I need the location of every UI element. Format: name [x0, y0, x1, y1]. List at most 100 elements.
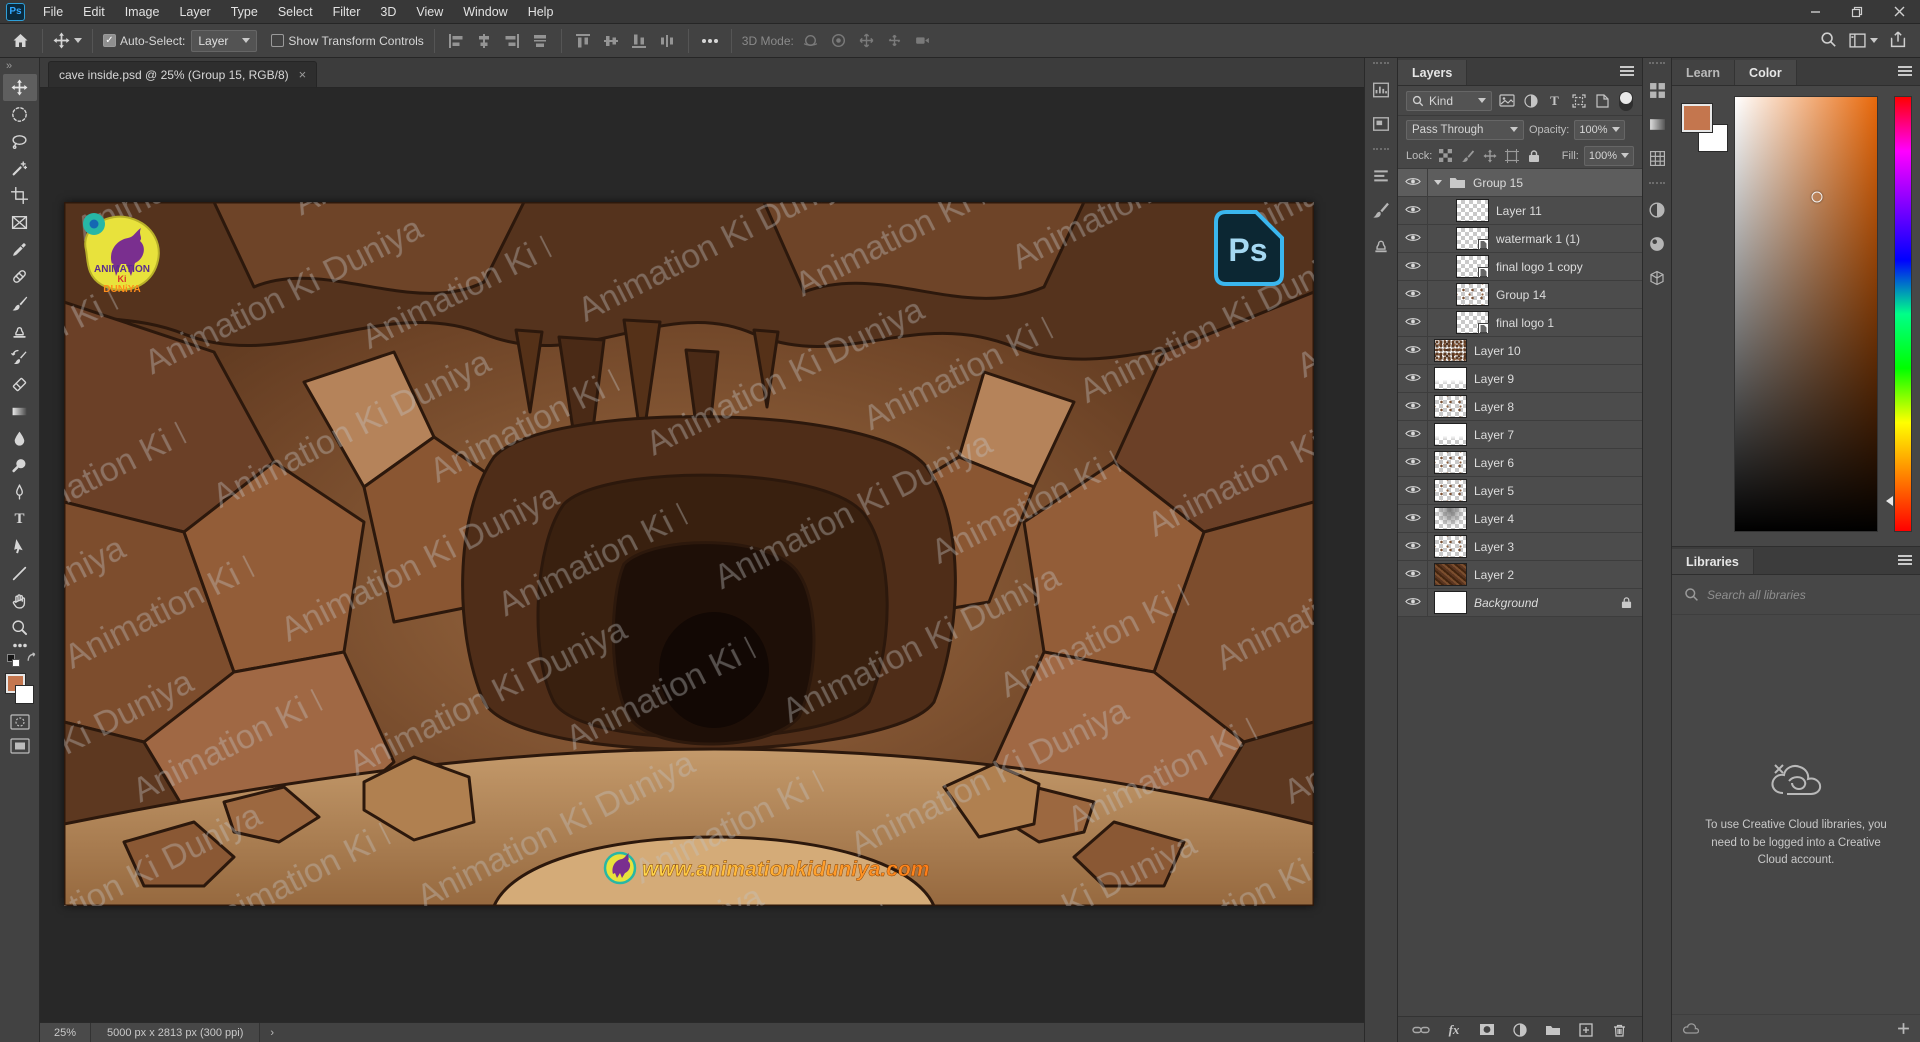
menu-window[interactable]: Window	[453, 0, 517, 23]
libraries-search-field[interactable]: Search all libraries	[1672, 575, 1920, 615]
layer-name[interactable]: Group 15	[1473, 176, 1523, 190]
visibility-toggle[interactable]	[1398, 561, 1428, 588]
layer-thumbnail[interactable]	[1456, 311, 1489, 334]
add-library-icon[interactable]	[1897, 1022, 1910, 1035]
layer-thumbnail[interactable]	[1456, 283, 1489, 306]
new-adjustment-layer-icon[interactable]	[1510, 1021, 1530, 1039]
layer-row-layer-11[interactable]: Layer 11	[1398, 197, 1642, 225]
libraries-panel-menu-icon[interactable]	[1898, 554, 1912, 568]
collapsed-clone-source-panel-icon[interactable]	[1371, 234, 1391, 254]
layers-panel-menu-icon[interactable]	[1620, 65, 1634, 79]
share-icon[interactable]	[1890, 31, 1906, 51]
layer-name[interactable]: Layer 8	[1474, 400, 1514, 414]
toolbar-collapse-chevron[interactable]: »	[0, 58, 39, 74]
layer-row-layer-9[interactable]: Layer 9	[1398, 365, 1642, 393]
layer-thumbnail[interactable]	[1434, 451, 1467, 474]
collapsed-adjustments-panel-icon[interactable]	[1647, 200, 1667, 220]
menu-help[interactable]: Help	[518, 0, 564, 23]
collapsed-3d-panel-icon[interactable]	[1647, 268, 1667, 288]
3d-camera-icon[interactable]	[912, 30, 934, 52]
visibility-toggle[interactable]	[1398, 393, 1428, 420]
visibility-toggle[interactable]	[1398, 449, 1428, 476]
eraser-tool-icon[interactable]	[3, 371, 37, 398]
tab-learn[interactable]: Learn	[1672, 60, 1735, 85]
quick-mask-icon[interactable]	[3, 714, 37, 730]
menu-file[interactable]: File	[33, 0, 73, 23]
collapsed-navigator-panel-icon[interactable]	[1371, 114, 1391, 134]
3d-slide-icon[interactable]	[884, 30, 906, 52]
layer-thumbnail[interactable]	[1434, 591, 1467, 614]
visibility-toggle[interactable]	[1398, 477, 1428, 504]
layer-name[interactable]: Group 14	[1496, 288, 1546, 302]
layer-name[interactable]: Layer 9	[1474, 372, 1514, 386]
layer-name[interactable]: Layer 10	[1474, 344, 1521, 358]
filter-type-layers-icon[interactable]: T	[1545, 92, 1564, 110]
lasso-tool-icon[interactable]	[3, 128, 37, 155]
layer-row-layer-6[interactable]: Layer 6	[1398, 449, 1642, 477]
layer-name[interactable]: Layer 2	[1474, 568, 1514, 582]
minimize-button[interactable]	[1794, 0, 1836, 23]
new-group-icon[interactable]	[1543, 1021, 1563, 1039]
auto-select-mode-dropdown[interactable]: Layer	[191, 30, 257, 52]
hue-slider-marker[interactable]	[1886, 496, 1893, 506]
panel-drag-dots[interactable]	[1649, 182, 1665, 186]
visibility-toggle[interactable]	[1398, 533, 1428, 560]
collapsed-character-panel-icon[interactable]	[1371, 166, 1391, 186]
collapsed-swatches-panel-icon[interactable]	[1647, 80, 1667, 100]
align-middle-vertical-icon[interactable]	[600, 30, 622, 52]
layer-row-final-logo-1[interactable]: final logo 1	[1398, 309, 1642, 337]
menu-select[interactable]: Select	[268, 0, 323, 23]
restore-button[interactable]	[1836, 0, 1878, 23]
close-window-button[interactable]	[1878, 0, 1920, 23]
layer-row-layer-3[interactable]: Layer 3	[1398, 533, 1642, 561]
3d-roll-icon[interactable]	[828, 30, 850, 52]
fill-field[interactable]: 100%	[1584, 146, 1634, 166]
filter-smart-objects-icon[interactable]	[1593, 92, 1612, 110]
layer-row-final-logo-1-copy[interactable]: final logo 1 copy	[1398, 253, 1642, 281]
panel-drag-dots[interactable]	[1373, 62, 1389, 66]
visibility-toggle[interactable]	[1398, 365, 1428, 392]
visibility-toggle[interactable]	[1398, 309, 1428, 336]
sync-status-icon[interactable]	[1682, 1022, 1699, 1035]
foreground-background-swatches[interactable]	[5, 674, 35, 704]
layer-row-group-15[interactable]: Group 15	[1398, 169, 1642, 197]
menu-layer[interactable]: Layer	[169, 0, 220, 23]
quick-select-tool-icon[interactable]	[3, 155, 37, 182]
layer-row-layer-2[interactable]: Layer 2	[1398, 561, 1642, 589]
menu-type[interactable]: Type	[221, 0, 268, 23]
menu-image[interactable]: Image	[115, 0, 170, 23]
tab-libraries[interactable]: Libraries	[1672, 549, 1754, 574]
3d-orbit-icon[interactable]	[800, 30, 822, 52]
delete-layer-icon[interactable]	[1609, 1021, 1629, 1039]
canvas-pasteboard[interactable]: Animation Ki Duniya Animation Ki Duniya	[40, 88, 1364, 1022]
layer-name[interactable]: watermark 1 (1)	[1496, 232, 1580, 246]
layer-thumbnail[interactable]	[1434, 339, 1467, 362]
status-chevron-icon[interactable]: ›	[260, 1027, 284, 1039]
visibility-toggle[interactable]	[1398, 421, 1428, 448]
clone-stamp-tool-icon[interactable]	[3, 317, 37, 344]
visibility-toggle[interactable]	[1398, 589, 1428, 616]
layer-thumbnail[interactable]	[1434, 479, 1467, 502]
layer-name[interactable]: final logo 1	[1496, 316, 1554, 330]
layer-effects-icon[interactable]: fx	[1444, 1021, 1464, 1039]
move-tool-icon[interactable]	[3, 74, 37, 101]
lock-all-icon[interactable]	[1525, 148, 1542, 164]
saturation-brightness-picker[interactable]	[1734, 96, 1878, 532]
photoshop-app-icon[interactable]: Ps	[6, 3, 25, 21]
zoom-tool-icon[interactable]	[3, 614, 37, 641]
tab-color[interactable]: Color	[1735, 60, 1797, 85]
align-center-horizontal-icon[interactable]	[473, 30, 495, 52]
visibility-toggle[interactable]	[1398, 225, 1428, 252]
screen-mode-icon[interactable]	[3, 738, 37, 754]
frame-tool-icon[interactable]	[3, 209, 37, 236]
eyedropper-tool-icon[interactable]	[3, 236, 37, 263]
filter-shape-layers-icon[interactable]	[1569, 92, 1588, 110]
layer-row-watermark-1-1-[interactable]: watermark 1 (1)	[1398, 225, 1642, 253]
distribute-horizontal-icon[interactable]	[656, 30, 678, 52]
cave-artwork[interactable]: Animation Ki Duniya Animation Ki Duniya	[64, 202, 1314, 906]
lock-transparency-icon[interactable]	[1437, 148, 1454, 164]
layer-thumbnail[interactable]	[1456, 255, 1489, 278]
filter-adjustment-layers-icon[interactable]	[1521, 92, 1540, 110]
workspace-switcher-icon[interactable]	[1849, 33, 1878, 48]
close-tab-icon[interactable]: ×	[299, 67, 307, 82]
